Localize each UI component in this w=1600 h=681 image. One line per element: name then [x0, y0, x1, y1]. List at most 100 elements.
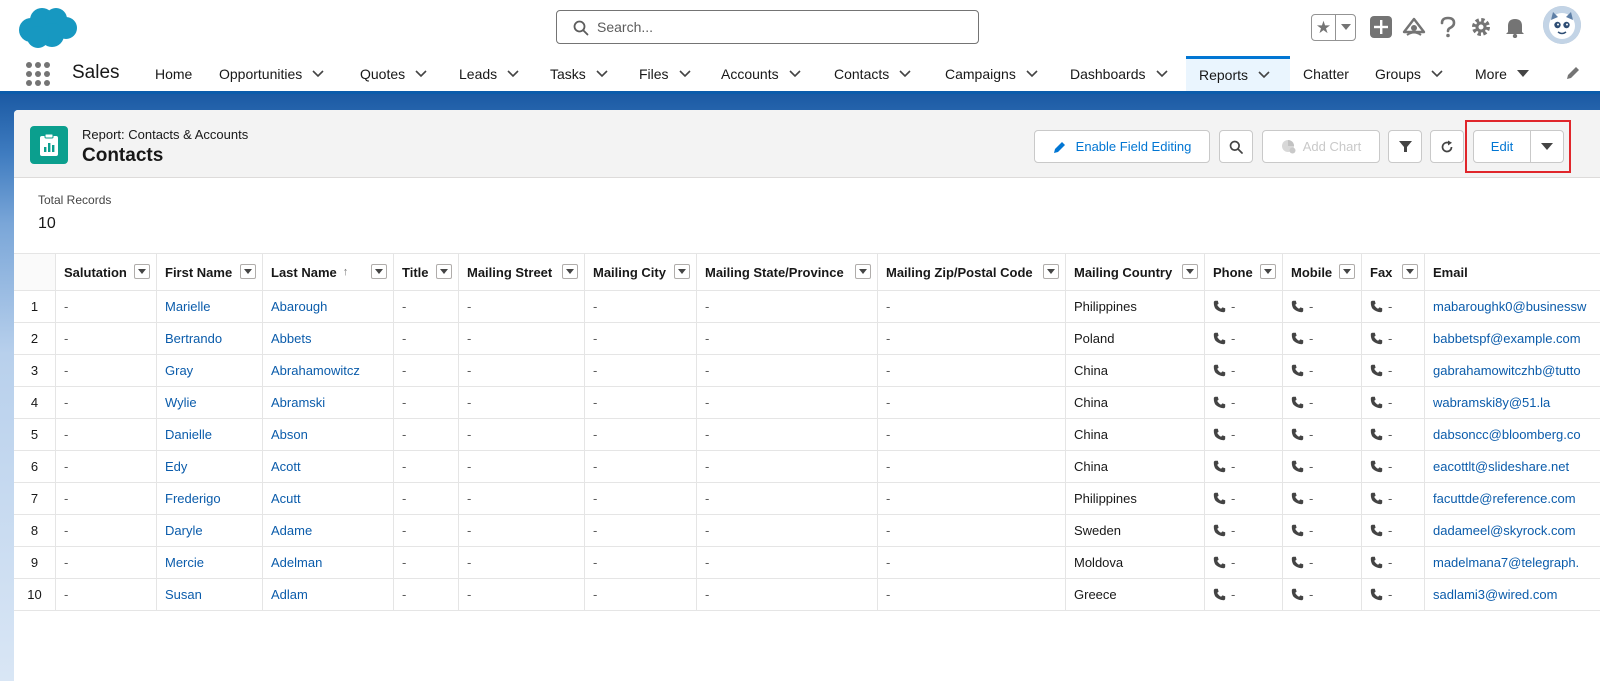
- cell-email[interactable]: eacottlt@slideshare.net: [1425, 451, 1600, 482]
- nav-item-more[interactable]: More: [1475, 56, 1529, 91]
- cell-email-text[interactable]: eacottlt@slideshare.net: [1433, 459, 1569, 474]
- nav-item-opportunities[interactable]: Opportunities: [219, 56, 324, 91]
- cell-first-name-text[interactable]: Marielle: [165, 299, 211, 314]
- cell-first-name[interactable]: Danielle: [157, 419, 263, 450]
- cell-last-name-text[interactable]: Acutt: [271, 491, 301, 506]
- cell-last-name-text[interactable]: Adlam: [271, 587, 308, 602]
- cell-email-text[interactable]: facuttde@reference.com: [1433, 491, 1576, 506]
- column-header-mailing-country[interactable]: Mailing Country: [1066, 254, 1205, 290]
- nav-item-contacts[interactable]: Contacts: [834, 56, 911, 91]
- favorites-button-group[interactable]: ★: [1311, 14, 1356, 41]
- nav-item-campaigns[interactable]: Campaigns: [945, 56, 1038, 91]
- column-header-phone[interactable]: Phone: [1205, 254, 1283, 290]
- cell-last-name[interactable]: Adelman: [263, 547, 394, 578]
- favorites-list-button[interactable]: [1336, 15, 1355, 40]
- cell-last-name[interactable]: Abarough: [263, 291, 394, 322]
- cell-email[interactable]: babbetspf@example.com: [1425, 323, 1600, 354]
- chevron-down-icon[interactable]: [596, 69, 608, 78]
- cell-last-name[interactable]: Abson: [263, 419, 394, 450]
- chevron-down-icon[interactable]: [899, 69, 911, 78]
- help-icon[interactable]: [1436, 15, 1460, 39]
- favorites-star-icon[interactable]: ★: [1312, 15, 1336, 40]
- caret-down-icon[interactable]: [1516, 69, 1529, 78]
- cell-last-name[interactable]: Acutt: [263, 483, 394, 514]
- sort-ascending-icon[interactable]: ↑: [343, 266, 349, 278]
- add-chart-button[interactable]: Add Chart: [1262, 130, 1380, 163]
- cell-first-name-text[interactable]: Danielle: [165, 427, 212, 442]
- nav-item-reports[interactable]: Reports: [1186, 56, 1290, 91]
- nav-item-dashboards[interactable]: Dashboards: [1070, 56, 1168, 91]
- column-header-mobile[interactable]: Mobile: [1283, 254, 1362, 290]
- avatar[interactable]: [1543, 6, 1581, 44]
- cell-email[interactable]: madelmana7@telegraph.: [1425, 547, 1600, 578]
- cell-first-name-text[interactable]: Frederigo: [165, 491, 221, 506]
- cell-last-name-text[interactable]: Abarough: [271, 299, 327, 314]
- cell-email[interactable]: dabsoncc@bloomberg.co: [1425, 419, 1600, 450]
- nav-item-accounts[interactable]: Accounts: [721, 56, 801, 91]
- chevron-down-icon[interactable]: [1431, 69, 1443, 78]
- column-menu-button[interactable]: [1182, 264, 1198, 279]
- cell-first-name-text[interactable]: Edy: [165, 459, 187, 474]
- edit-nav-pencil-icon[interactable]: [1565, 65, 1581, 81]
- cell-last-name[interactable]: Abbets: [263, 323, 394, 354]
- column-header-fax[interactable]: Fax: [1362, 254, 1425, 290]
- nav-item-files[interactable]: Files: [639, 56, 691, 91]
- column-header-first-name[interactable]: First Name: [157, 254, 263, 290]
- chevron-down-icon[interactable]: [1155, 69, 1168, 78]
- trailhead-icon[interactable]: [1402, 15, 1426, 39]
- nav-item-quotes[interactable]: Quotes: [360, 56, 427, 91]
- chevron-down-icon[interactable]: [678, 69, 691, 78]
- column-menu-button[interactable]: [1339, 264, 1355, 279]
- cell-last-name-text[interactable]: Abbets: [271, 331, 311, 346]
- column-header-mailing-zip[interactable]: Mailing Zip/Postal Code: [878, 254, 1066, 290]
- filter-button[interactable]: [1388, 130, 1422, 163]
- setup-gear-icon[interactable]: [1469, 15, 1493, 39]
- cell-email[interactable]: wabramski8y@51.la: [1425, 387, 1600, 418]
- notifications-bell-icon[interactable]: [1503, 15, 1527, 39]
- global-add-icon[interactable]: [1369, 15, 1393, 39]
- cell-first-name[interactable]: Mercie: [157, 547, 263, 578]
- column-menu-button[interactable]: [1260, 264, 1276, 279]
- cell-email-text[interactable]: sadlami3@wired.com: [1433, 587, 1557, 602]
- cell-email[interactable]: dadameel@skyrock.com: [1425, 515, 1600, 546]
- cell-last-name[interactable]: Acott: [263, 451, 394, 482]
- cell-last-name[interactable]: Adame: [263, 515, 394, 546]
- column-header-last-name[interactable]: Last Name ↑: [263, 254, 394, 290]
- cell-last-name-text[interactable]: Abrahamowitcz: [271, 363, 360, 378]
- cell-first-name-text[interactable]: Susan: [165, 587, 202, 602]
- cell-first-name-text[interactable]: Gray: [165, 363, 193, 378]
- column-menu-button[interactable]: [562, 264, 578, 279]
- chevron-down-icon[interactable]: [1258, 71, 1270, 79]
- cell-first-name-text[interactable]: Bertrando: [165, 331, 222, 346]
- cell-first-name-text[interactable]: Mercie: [165, 555, 204, 570]
- nav-item-groups[interactable]: Groups: [1375, 56, 1443, 91]
- nav-item-home[interactable]: Home: [155, 56, 192, 91]
- cell-first-name[interactable]: Daryle: [157, 515, 263, 546]
- chevron-down-icon[interactable]: [789, 69, 801, 78]
- salesforce-cloud-logo[interactable]: [16, 6, 78, 50]
- cell-first-name[interactable]: Gray: [157, 355, 263, 386]
- nav-item-leads[interactable]: Leads: [459, 56, 519, 91]
- cell-email[interactable]: gabrahamowitczhb@tutto: [1425, 355, 1600, 386]
- cell-email-text[interactable]: dadameel@skyrock.com: [1433, 523, 1576, 538]
- cell-last-name[interactable]: Abramski: [263, 387, 394, 418]
- search-report-button[interactable]: [1219, 130, 1253, 163]
- refresh-button[interactable]: [1430, 130, 1464, 163]
- column-header-email[interactable]: Email: [1425, 254, 1600, 290]
- cell-first-name[interactable]: Bertrando: [157, 323, 263, 354]
- column-menu-button[interactable]: [371, 264, 387, 279]
- cell-first-name[interactable]: Susan: [157, 579, 263, 610]
- column-header-salutation[interactable]: Salutation: [56, 254, 157, 290]
- enable-field-editing-button[interactable]: Enable Field Editing: [1034, 130, 1210, 163]
- cell-first-name[interactable]: Frederigo: [157, 483, 263, 514]
- cell-last-name-text[interactable]: Adelman: [271, 555, 322, 570]
- column-menu-button[interactable]: [134, 264, 150, 279]
- cell-email-text[interactable]: gabrahamowitczhb@tutto: [1433, 363, 1581, 378]
- global-search-box[interactable]: Search...: [556, 10, 979, 44]
- app-launcher-icon[interactable]: [24, 60, 50, 86]
- cell-email[interactable]: sadlami3@wired.com: [1425, 579, 1600, 610]
- cell-first-name[interactable]: Marielle: [157, 291, 263, 322]
- cell-first-name-text[interactable]: Daryle: [165, 523, 203, 538]
- cell-last-name[interactable]: Abrahamowitcz: [263, 355, 394, 386]
- nav-item-chatter[interactable]: Chatter: [1303, 56, 1349, 91]
